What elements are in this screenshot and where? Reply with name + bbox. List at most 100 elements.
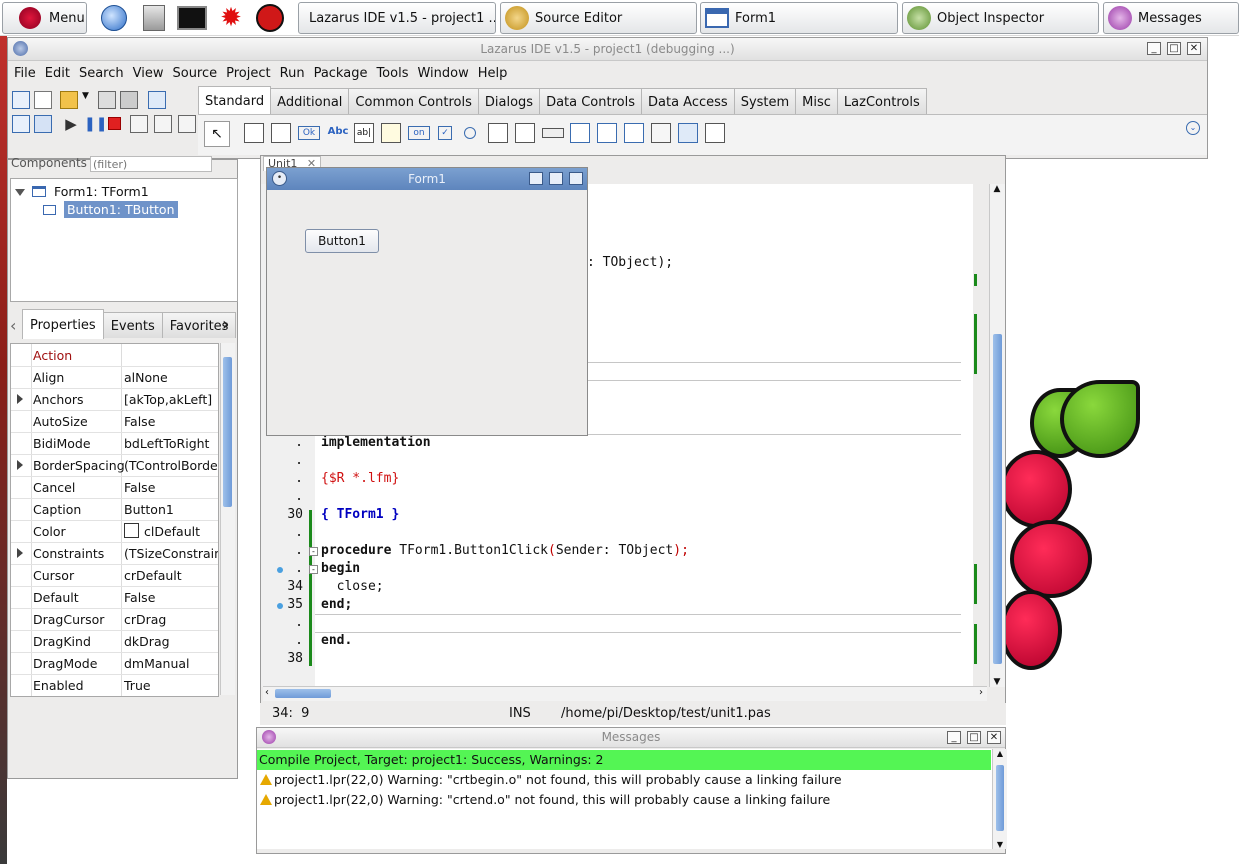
tree-item-form1[interactable]: Form1: TForm1 [13, 183, 149, 201]
expand-icon[interactable] [17, 548, 23, 558]
property-value[interactable]: False [124, 414, 155, 429]
browser-icon[interactable] [98, 3, 130, 33]
tab-common-controls[interactable]: Common Controls [348, 88, 479, 114]
expand-icon[interactable] [17, 394, 23, 404]
property-value[interactable]: [akTop,akLeft] [124, 392, 212, 407]
menu-package[interactable]: Package [314, 66, 368, 81]
step-out-icon[interactable] [178, 115, 196, 133]
chevron-left-icon[interactable]: ‹ [265, 687, 269, 698]
property-row[interactable]: Color clDefault [11, 520, 218, 543]
chevron-left-icon[interactable]: ‹ [10, 316, 16, 335]
tab-standard[interactable]: Standard [198, 86, 272, 114]
close-button[interactable]: ✕ [569, 172, 583, 185]
checkbox-icon[interactable]: ✓ [438, 126, 452, 140]
toggle-box-icon[interactable]: on [408, 126, 430, 140]
menu-view[interactable]: View [133, 66, 164, 81]
taskbar-window-messages[interactable]: Messages [1103, 2, 1239, 34]
scrollbar-icon[interactable] [542, 128, 564, 138]
property-row[interactable]: BorderSpacing(TControlBorderS [11, 454, 218, 477]
chevron-right-icon[interactable]: › [979, 687, 983, 698]
save-all-icon[interactable] [120, 91, 138, 109]
minimize-button[interactable]: _ [529, 172, 543, 185]
pointer-icon[interactable]: ↖ [204, 121, 230, 147]
close-button[interactable]: ✕ [1187, 42, 1201, 55]
run-icon[interactable]: ▶ [62, 115, 80, 133]
scrollbar-thumb[interactable] [223, 357, 232, 507]
collapse-icon[interactable] [15, 189, 25, 196]
property-value[interactable]: crDrag [124, 612, 166, 627]
chevron-down-icon[interactable]: ▼ [82, 91, 92, 109]
property-value[interactable]: False [124, 480, 155, 495]
menu-source[interactable]: Source [172, 66, 217, 81]
tab-data-access[interactable]: Data Access [641, 88, 735, 114]
message-warning[interactable]: project1.lpr(22,0) Warning: "crtend.o" n… [257, 790, 989, 810]
filter-input[interactable] [90, 156, 212, 172]
new-form-icon[interactable] [34, 91, 52, 109]
property-value[interactable]: True [124, 678, 151, 693]
chevron-right-icon[interactable]: › [222, 314, 229, 335]
property-row[interactable]: Enabled True [11, 674, 218, 696]
editor-horizontal-scrollbar[interactable]: ‹ › [263, 686, 987, 701]
property-row[interactable]: Default False [11, 586, 218, 609]
chevron-down-icon[interactable]: ⌄ [1186, 121, 1200, 135]
maximize-button[interactable]: □ [967, 731, 981, 744]
taskbar-window-source-editor[interactable]: Source Editor [500, 2, 697, 34]
panel-icon[interactable] [651, 123, 671, 143]
pause-icon[interactable]: ❚❚ [84, 115, 107, 133]
tab-additional[interactable]: Additional [270, 88, 350, 114]
menu-search[interactable]: Search [79, 66, 124, 81]
edit-icon[interactable]: ab| [354, 123, 374, 143]
property-row[interactable]: Cursor crDefault [11, 564, 218, 587]
minimize-button[interactable]: _ [947, 731, 961, 744]
fold-icon[interactable]: - [309, 565, 318, 574]
tab-data-controls[interactable]: Data Controls [539, 88, 642, 114]
property-value[interactable]: bdLeftToRight [124, 436, 209, 451]
designer-button1[interactable]: Button1 [305, 229, 379, 253]
scrollbar-thumb[interactable] [275, 689, 331, 698]
property-row[interactable]: Caption Button1 [11, 498, 218, 521]
tab-properties[interactable]: Properties [22, 309, 104, 339]
file-manager-icon[interactable] [138, 3, 170, 33]
property-row[interactable]: Anchors [akTop,akLeft] [11, 388, 218, 411]
tab-system[interactable]: System [733, 88, 797, 114]
tab-dialogs[interactable]: Dialogs [477, 88, 541, 114]
property-value[interactable]: False [124, 590, 155, 605]
menu-file[interactable]: File [14, 66, 36, 81]
groupbox-icon[interactable] [570, 123, 590, 143]
save-icon[interactable] [98, 91, 116, 109]
messages-scrollbar[interactable]: ▲ ▼ [992, 749, 1007, 849]
combobox-icon[interactable] [515, 123, 535, 143]
taskbar-window-object-inspector[interactable]: Object Inspector [902, 2, 1099, 34]
new-unit-icon[interactable] [12, 91, 30, 109]
taskbar-window-form1[interactable]: Form1 [700, 2, 898, 34]
stop-icon[interactable] [108, 117, 121, 130]
property-grid-scrollbar[interactable] [220, 343, 235, 695]
tab-events[interactable]: Events [102, 312, 163, 338]
message-warning[interactable]: project1.lpr(22,0) Warning: "crtbegin.o"… [257, 770, 989, 790]
property-value[interactable]: alNone [124, 370, 168, 385]
messages-titlebar[interactable]: Messages _ □ ✕ [257, 728, 1005, 748]
property-row[interactable]: DragCursor crDrag [11, 608, 218, 631]
form1-titlebar[interactable]: • Form1 _ □ ✕ [267, 168, 587, 190]
menu-window[interactable]: Window [417, 66, 468, 81]
menu-button[interactable]: Menu [2, 2, 87, 34]
property-value[interactable]: clDefault [144, 524, 200, 539]
frame-icon[interactable] [678, 123, 698, 143]
property-row[interactable]: Align alNone [11, 366, 218, 389]
property-value[interactable]: (TControlBorderS [124, 458, 218, 473]
menu-help[interactable]: Help [478, 66, 508, 81]
ide-titlebar[interactable]: Lazarus IDE v1.5 - project1 (debugging .… [8, 38, 1207, 61]
chevron-up-icon[interactable]: ▲ [994, 749, 1006, 758]
tab-lazcontrols[interactable]: LazControls [836, 88, 927, 114]
fold-icon[interactable]: - [309, 547, 318, 556]
editor-vertical-scrollbar[interactable]: ▲ ▼ [989, 184, 1005, 687]
property-value[interactable]: dkDrag [124, 634, 170, 649]
popup-menu-icon[interactable] [271, 123, 291, 143]
property-value[interactable]: dmManual [124, 656, 190, 671]
button-icon[interactable]: Ok [298, 126, 320, 140]
expand-icon[interactable] [17, 460, 23, 470]
menu-run[interactable]: Run [280, 66, 305, 81]
property-row[interactable]: AutoSize False [11, 410, 218, 433]
tree-item-button1[interactable]: Button1: TButton [43, 201, 178, 219]
view-units-icon[interactable] [12, 115, 30, 133]
